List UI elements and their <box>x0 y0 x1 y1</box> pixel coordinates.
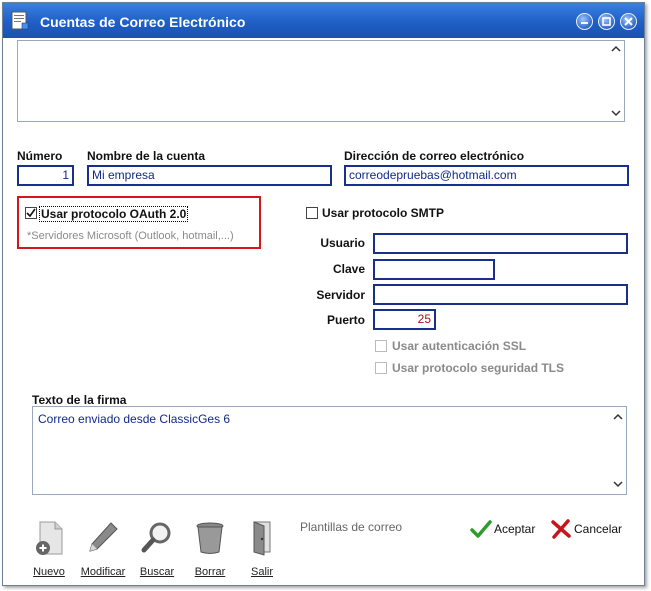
usuario-label: Usuario <box>320 236 365 250</box>
trash-icon <box>196 522 224 554</box>
pencil-icon <box>89 522 118 552</box>
nuevo-label: Nuevo <box>33 566 65 578</box>
smtp-checkbox[interactable] <box>306 207 318 219</box>
close-icon <box>624 17 633 26</box>
x-icon <box>551 519 571 539</box>
numero-field[interactable]: 1 <box>17 165 74 186</box>
exit-door-icon <box>253 521 271 556</box>
direccion-label: Dirección de correo electrónico <box>344 149 525 163</box>
numero-label: Número <box>17 149 63 163</box>
firma-text: Correo enviado desde ClassicGes 6 <box>38 412 231 426</box>
usuario-field[interactable] <box>373 233 628 254</box>
direccion-field[interactable]: correodepruebas@hotmail.com <box>344 165 629 186</box>
ssl-checkbox[interactable] <box>375 340 387 352</box>
minimize-icon <box>581 22 588 24</box>
tls-label[interactable]: Usar protocolo seguridad TLS <box>392 361 564 375</box>
memo-scrollbar[interactable] <box>608 41 624 121</box>
aceptar-button[interactable]: Aceptar <box>470 519 545 541</box>
window-title: Cuentas de Correo Electrónico <box>40 14 246 30</box>
ssl-label[interactable]: Usar autenticación SSL <box>392 339 526 353</box>
cancelar-label: Cancelar <box>574 522 623 536</box>
salir-button[interactable]: Salir <box>237 518 287 578</box>
borrar-button[interactable]: Borrar <box>185 518 235 578</box>
buscar-label: Buscar <box>139 566 175 578</box>
checkmark-icon <box>26 208 36 218</box>
servidor-field[interactable] <box>373 284 628 305</box>
clave-field[interactable] <box>373 259 495 280</box>
smtp-label[interactable]: Usar protocolo SMTP <box>322 206 444 220</box>
tls-checkbox[interactable] <box>375 362 387 374</box>
modificar-label: Modificar <box>80 566 126 578</box>
nombre-cuenta-field[interactable]: Mi empresa <box>87 165 332 186</box>
salir-label: Salir <box>250 566 273 578</box>
puerto-field[interactable]: 25 <box>373 309 436 330</box>
maximize-icon <box>602 17 611 26</box>
puerto-label: Puerto <box>326 313 365 327</box>
top-memo-area[interactable] <box>17 40 625 122</box>
scroll-down-icon[interactable] <box>611 108 621 118</box>
firma-memo[interactable]: Correo enviado desde ClassicGes 6 <box>32 406 627 495</box>
magnifier-icon <box>141 522 171 553</box>
minimize-button[interactable] <box>576 13 593 30</box>
scroll-up-icon[interactable] <box>613 412 623 422</box>
borrar-label: Borrar <box>194 566 226 578</box>
scroll-down-icon[interactable] <box>613 479 623 489</box>
modificar-button[interactable]: Modificar <box>78 518 128 578</box>
buscar-button[interactable]: Buscar <box>132 518 182 578</box>
document-icon <box>11 11 29 30</box>
oauth-checkbox[interactable] <box>25 207 37 219</box>
title-bar[interactable]: Cuentas de Correo Electrónico <box>3 3 644 38</box>
clave-label: Clave <box>332 262 365 276</box>
scroll-up-icon[interactable] <box>611 44 621 54</box>
maximize-button[interactable] <box>598 13 615 30</box>
oauth-hint: *Servidores Microsoft (Outlook, hotmail,… <box>27 230 234 242</box>
firma-scrollbar[interactable] <box>610 407 626 494</box>
firma-label: Texto de la firma <box>32 393 127 407</box>
close-button[interactable] <box>620 13 637 30</box>
nombre-cuenta-label: Nombre de la cuenta <box>87 149 206 163</box>
new-document-icon <box>36 521 63 555</box>
cancelar-button[interactable]: Cancelar <box>550 519 630 541</box>
aceptar-label: Aceptar <box>494 522 536 536</box>
servidor-label: Servidor <box>316 288 365 302</box>
plantillas-link[interactable]: Plantillas de correo <box>300 520 402 534</box>
nuevo-button[interactable]: Nuevo <box>24 518 74 578</box>
check-icon <box>470 520 492 538</box>
oauth-label[interactable]: Usar protocolo OAuth 2.0 <box>39 206 189 222</box>
